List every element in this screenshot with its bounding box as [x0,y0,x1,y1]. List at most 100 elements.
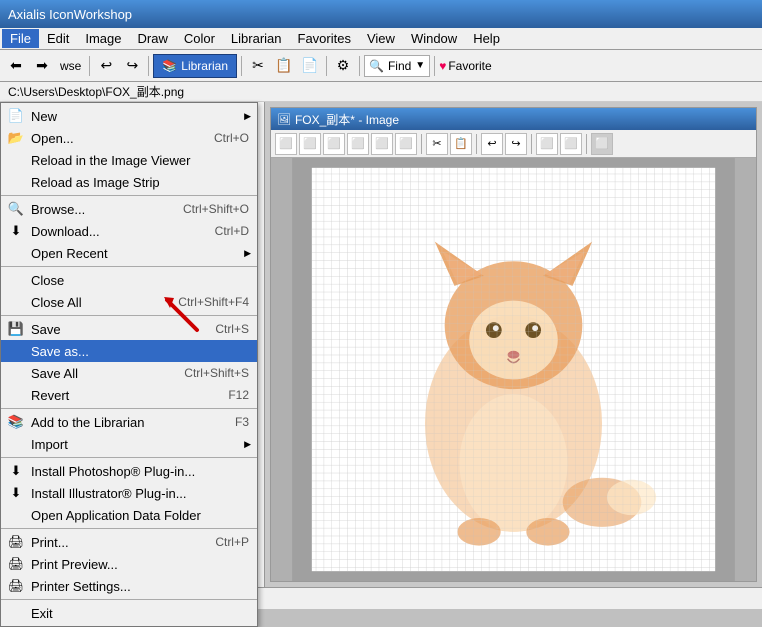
toolbar-undo-btn[interactable]: ↩ [94,54,118,78]
sep1 [89,56,90,76]
menu-item-browse[interactable]: 🔍 Browse... Ctrl+Shift+O [1,198,257,220]
menu-view[interactable]: View [359,29,403,48]
menu-edit[interactable]: Edit [39,29,77,48]
menu-image[interactable]: Image [77,29,129,48]
menu-item-save-as[interactable]: Save as... [1,340,257,362]
inner-toolbar: ⬜ ⬜ ⬜ ⬜ ⬜ ⬜ ✂ 📋 ↩ ↪ ⬜ ⬜ ⬜ [271,130,756,158]
toolbar-copy-btn[interactable]: 📋 [272,54,296,78]
inner-btn-10[interactable]: ↪ [505,133,527,155]
inner-btn-3[interactable]: ⬜ [323,133,345,155]
menu-item-add-librarian[interactable]: 📚 Add to the Librarian F3 [1,411,257,433]
menu-item-exit[interactable]: Exit [1,602,257,624]
inner-btn-13[interactable]: ⬜ [591,133,613,155]
open-icon: 📂 [7,129,25,147]
add-librarian-icon: 📚 [7,413,25,431]
open-shortcut: Ctrl+O [194,131,249,145]
menu-item-save[interactable]: 💾 Save Ctrl+S [1,318,257,340]
path-text: C:\Users\Desktop\FOX_副本.png [8,83,184,100]
canvas-container [271,158,756,581]
inner-btn-7[interactable]: ✂ [426,133,448,155]
toolbar-cut-btn[interactable]: ✂ [246,54,270,78]
inner-btn-2[interactable]: ⬜ [299,133,321,155]
menu-item-print[interactable]: 🖨 Print... Ctrl+P [1,531,257,553]
download-icon: ⬇ [7,222,25,240]
inner-title-bar: 🖼 FOX_副本* - Image [271,108,756,130]
revert-shortcut: F12 [208,388,249,402]
sep4 [326,56,327,76]
menu-item-close[interactable]: Close [1,269,257,291]
toolbar-back-btn[interactable]: ⬅ [4,54,28,78]
inner-btn-9[interactable]: ↩ [481,133,503,155]
print-shortcut: Ctrl+P [195,535,249,549]
sep2 [148,56,149,76]
title-bar: Axialis IconWorkshop [0,0,762,28]
sep3 [241,56,242,76]
menu-help[interactable]: Help [465,29,508,48]
download-shortcut: Ctrl+D [195,224,249,238]
menu-item-revert[interactable]: Revert F12 [1,384,257,406]
sep4 [1,408,257,409]
menu-item-reload-strip[interactable]: Reload as Image Strip [1,171,257,193]
inner-window-title: FOX_副本* - Image [295,111,399,128]
browse-shortcut: Ctrl+Shift+O [163,202,249,216]
menu-librarian[interactable]: Librarian [223,29,290,48]
menu-window[interactable]: Window [403,29,465,48]
inner-btn-1[interactable]: ⬜ [275,133,297,155]
sep1 [1,195,257,196]
toolbar-redo-btn[interactable]: ↪ [120,54,144,78]
menu-item-open-recent[interactable]: Open Recent [1,242,257,264]
sep5 [1,457,257,458]
menu-item-print-preview[interactable]: 🖨 Print Preview... [1,553,257,575]
sep3 [1,315,257,316]
print-preview-icon: 🖨 [7,555,25,573]
menu-item-import[interactable]: Import [1,433,257,455]
canvas-svg [271,158,756,581]
illustrator-icon: ⬇ [7,484,25,502]
menu-item-install-photoshop[interactable]: ⬇ Install Photoshop® Plug-in... [1,460,257,482]
menu-item-new[interactable]: 📄 New [1,105,257,127]
menu-item-open-data-folder[interactable]: Open Application Data Folder [1,504,257,526]
inner-btn-12[interactable]: ⬜ [560,133,582,155]
sep7 [1,599,257,600]
menu-file[interactable]: File [2,29,39,48]
close-all-shortcut: Ctrl+Shift+F4 [158,295,249,309]
menu-item-reload-viewer[interactable]: Reload in the Image Viewer [1,149,257,171]
inner-btn-8[interactable]: 📋 [450,133,472,155]
menu-color[interactable]: Color [176,29,223,48]
sep6 [434,56,435,76]
toolbar-settings-btn[interactable]: ⚙ [331,54,355,78]
inner-btn-6[interactable]: ⬜ [395,133,417,155]
right-area: 🖼 FOX_副本* - Image ⬜ ⬜ ⬜ ⬜ ⬜ ⬜ ✂ 📋 ↩ ↪ ⬜ … [265,102,762,587]
path-bar: C:\Users\Desktop\FOX_副本.png [0,82,762,102]
inner-sep3 [531,134,532,154]
toolbar-paste-btn[interactable]: 📄 [298,54,322,78]
toolbar-browse-btn[interactable]: wse [56,59,85,73]
toolbar-favorites-label: Favorite [448,59,491,73]
inner-btn-11[interactable]: ⬜ [536,133,558,155]
sep5 [359,56,360,76]
menu-item-close-all[interactable]: Close All Ctrl+Shift+F4 [1,291,257,313]
menu-item-open[interactable]: 📂 Open... Ctrl+O [1,127,257,149]
print-icon: 🖨 [7,533,25,551]
menu-item-install-illustrator[interactable]: ⬇ Install Illustrator® Plug-in... [1,482,257,504]
toolbar-favorites-btn[interactable]: ♥ Favorite [439,59,491,73]
sep2 [1,266,257,267]
inner-btn-5[interactable]: ⬜ [371,133,393,155]
photoshop-icon: ⬇ [7,462,25,480]
save-icon: 💾 [7,320,25,338]
inner-sep4 [586,134,587,154]
new-icon: 📄 [7,107,25,125]
main-toolbar: ⬅ ➡ wse ↩ ↪ 📚 Librarian ✂ 📋 📄 ⚙ 🔍 Find ▼… [0,50,762,82]
inner-sep2 [476,134,477,154]
toolbar-librarian-btn[interactable]: 📚 Librarian [153,54,237,78]
inner-btn-4[interactable]: ⬜ [347,133,369,155]
menu-item-printer-settings[interactable]: 🖨 Printer Settings... [1,575,257,597]
menu-favorites[interactable]: Favorites [290,29,359,48]
menu-draw[interactable]: Draw [130,29,176,48]
menu-item-download[interactable]: ⬇ Download... Ctrl+D [1,220,257,242]
menu-item-save-all[interactable]: Save All Ctrl+Shift+S [1,362,257,384]
toolbar-forward-btn[interactable]: ➡ [30,54,54,78]
toolbar-find-area: 🔍 Find ▼ [364,55,430,77]
toolbar-librarian-label: Librarian [181,59,228,73]
browse-icon: 🔍 [7,200,25,218]
